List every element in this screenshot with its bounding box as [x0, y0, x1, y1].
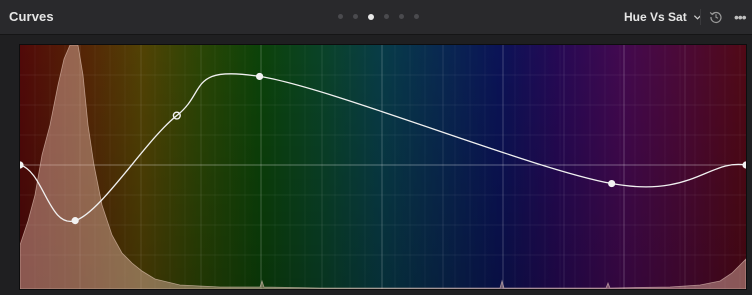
more-options-icon[interactable]: •••: [734, 10, 747, 24]
curve-mode-dropdown[interactable]: Hue Vs Sat: [624, 8, 702, 26]
page-dot[interactable]: [353, 14, 358, 19]
reset-icon[interactable]: [708, 9, 724, 25]
page-dot[interactable]: [338, 14, 343, 19]
header-divider: [700, 9, 701, 25]
page-dot[interactable]: [414, 14, 419, 19]
panel-header: Curves Hue Vs Sat •••: [0, 0, 752, 35]
curve-control-point[interactable]: [255, 72, 264, 81]
curve-control-point[interactable]: [742, 161, 746, 169]
curve-control-point[interactable]: [71, 217, 79, 225]
page-dot[interactable]: [399, 14, 404, 19]
curve-mode-label: Hue Vs Sat: [624, 10, 687, 24]
curves-panel: Curves Hue Vs Sat •••: [0, 0, 752, 295]
hue-vs-sat-graph[interactable]: [19, 44, 747, 290]
curve-canvas[interactable]: [20, 45, 746, 289]
page-dot[interactable]: [384, 14, 389, 19]
page-indicator: [338, 13, 419, 20]
panel-title: Curves: [9, 9, 54, 24]
background-shade: [20, 45, 746, 289]
page-dot-active[interactable]: [368, 13, 374, 20]
curve-control-point[interactable]: [608, 179, 616, 188]
curve-control-point[interactable]: [20, 161, 24, 169]
